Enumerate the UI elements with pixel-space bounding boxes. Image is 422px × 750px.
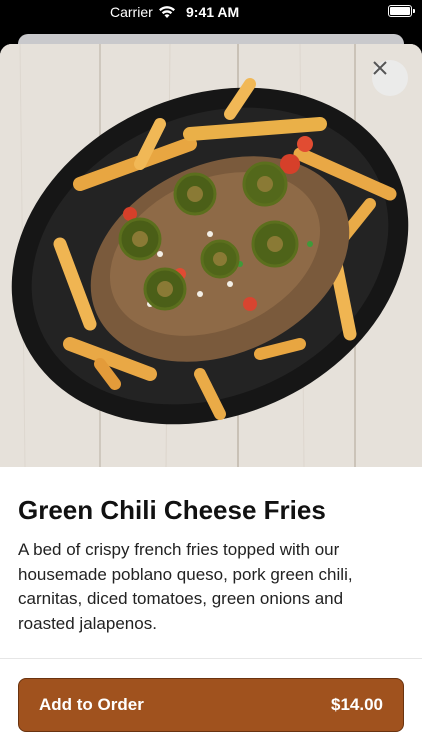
battery-icon: [388, 5, 415, 17]
food-photo: [0, 44, 422, 467]
add-to-order-label: Add to Order: [39, 695, 144, 714]
add-to-order-button[interactable]: Add to Order $14.00: [18, 678, 404, 732]
carrier-group: Carrier: [110, 4, 176, 20]
item-detail-sheet: Green Chili Cheese Fries A bed of crispy…: [0, 44, 422, 750]
food-photo-illustration: [0, 44, 422, 467]
item-description: A bed of crispy french fries topped with…: [18, 540, 353, 633]
status-time: 9:41 AM: [186, 4, 240, 20]
item-title: Green Chili Cheese Fries: [18, 495, 326, 525]
item-details: Green Chili Cheese Fries A bed of crispy…: [18, 494, 404, 636]
carrier-label: Carrier: [110, 4, 153, 20]
divider: [0, 658, 422, 659]
wifi-icon: [158, 6, 175, 18]
close-button[interactable]: [372, 60, 408, 96]
close-icon: [373, 61, 387, 75]
status-bar: Carrier 9:41 AM: [0, 0, 422, 24]
order-price: $14.00: [331, 695, 383, 714]
